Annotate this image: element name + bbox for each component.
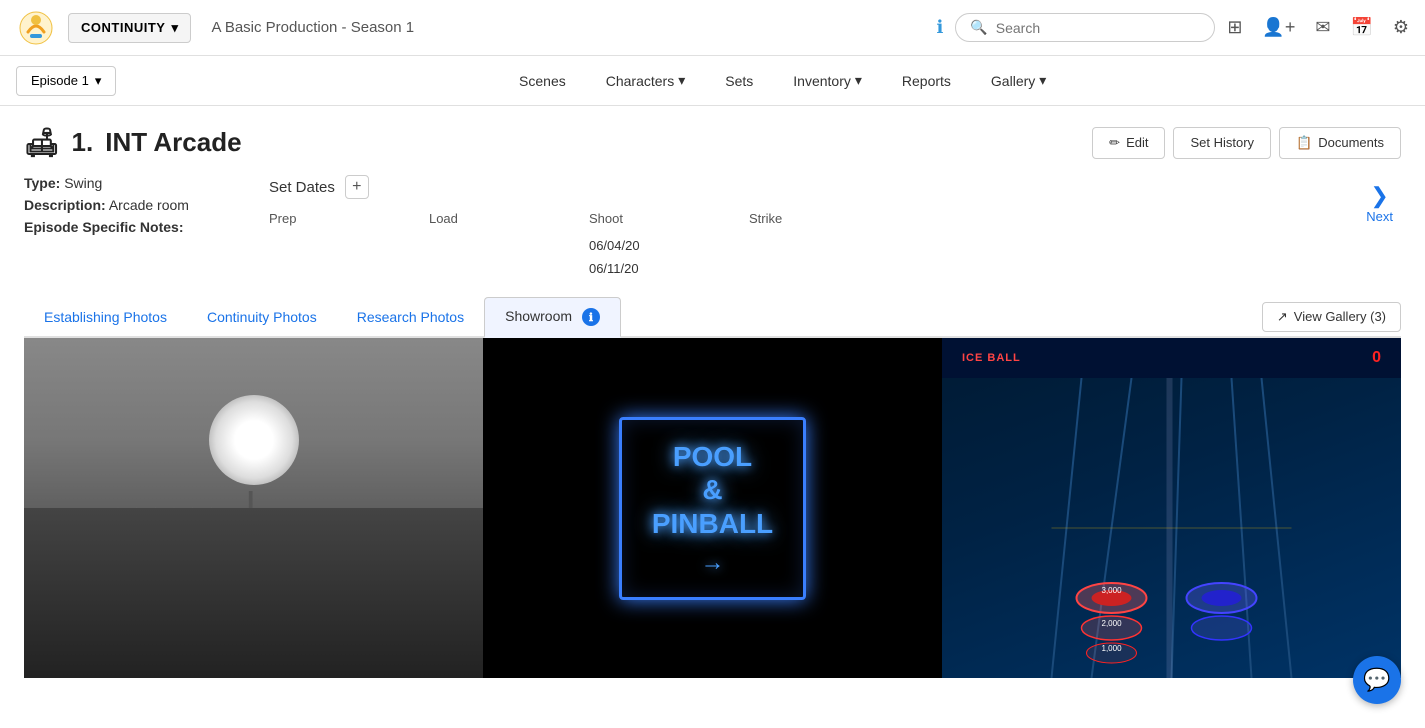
bar-scene-svg: [24, 491, 483, 678]
strike-column: Strike: [749, 211, 909, 281]
next-chevron-icon: ❯: [1370, 183, 1388, 209]
prep-column: Prep: [269, 211, 429, 281]
photo-item-bar[interactable]: [24, 338, 483, 678]
scene-set-icon: 🛋: [24, 126, 60, 159]
nav-link-scenes[interactable]: Scenes: [519, 73, 566, 89]
info-icon[interactable]: ℹ: [936, 17, 943, 38]
shoot-column: Shoot 06/04/20 06/11/20: [589, 211, 749, 281]
nav-link-characters[interactable]: Characters ▾: [606, 72, 686, 89]
shoot-date-2: 06/11/20: [589, 257, 749, 280]
sub-nav-links: Scenes Characters ▾ Sets Inventory ▾ Rep…: [156, 72, 1409, 89]
episode-dropdown-button[interactable]: Episode 1 ▾: [16, 66, 116, 96]
nav-link-inventory[interactable]: Inventory ▾: [793, 72, 862, 89]
tabs-row: Establishing Photos Continuity Photos Re…: [24, 297, 1401, 339]
neon-arrow-icon: →: [652, 549, 773, 577]
tab-showroom[interactable]: Showroom ℹ: [484, 297, 621, 339]
shoot-date-1: 06/04/20: [589, 234, 749, 257]
shoot-header: Shoot: [589, 211, 749, 226]
type-label: Type:: [24, 175, 60, 191]
edit-pencil-icon: ✏: [1109, 135, 1120, 151]
scene-number: 1.: [72, 127, 94, 158]
arcade-score: 0: [1372, 349, 1381, 367]
episode-label: Episode 1: [31, 73, 89, 88]
notes-label: Episode Specific Notes:: [24, 219, 183, 235]
description-value: Arcade room: [109, 197, 189, 213]
characters-dropdown-icon: ▾: [678, 72, 685, 89]
app-logo: [16, 8, 56, 48]
production-title: A Basic Production - Season 1: [203, 19, 924, 36]
episode-dropdown-arrow-icon: ▾: [95, 73, 102, 89]
showroom-info-icon: ℹ: [582, 308, 600, 326]
arcade-lanes-svg: 3,000 2,000 1,000: [942, 378, 1401, 678]
inventory-dropdown-icon: ▾: [855, 72, 862, 89]
header-actions: ✏ Edit Set History 📋 Documents: [1092, 127, 1401, 159]
type-value: Swing: [64, 175, 102, 191]
photo-tabs: Establishing Photos Continuity Photos Re…: [24, 297, 1262, 337]
documents-button[interactable]: 📋 Documents: [1279, 127, 1401, 159]
scene-header: 🛋 1. INT Arcade ✏ Edit Set History 📋 Doc…: [24, 126, 1401, 159]
spotlight-decoration: [209, 395, 299, 485]
strike-header: Strike: [749, 211, 909, 226]
chat-button[interactable]: 💬: [1353, 656, 1401, 704]
scene-name: INT Arcade: [105, 127, 241, 158]
continuity-dropdown-button[interactable]: CONTINUITY ▾: [68, 13, 191, 43]
add-date-button[interactable]: +: [345, 175, 369, 199]
sub-navigation: Episode 1 ▾ Scenes Characters ▾ Sets Inv…: [0, 56, 1425, 106]
neon-sign-decoration: POOL&PINBALL →: [619, 417, 806, 600]
documents-icon: 📋: [1296, 135, 1312, 151]
view-gallery-button[interactable]: ↗ View Gallery (3): [1262, 302, 1401, 332]
load-column: Load: [429, 211, 589, 281]
search-box: 🔍: [955, 13, 1215, 42]
prep-header: Prep: [269, 211, 429, 226]
set-history-button[interactable]: Set History: [1173, 127, 1271, 159]
grid-view-icon[interactable]: ⊞: [1227, 17, 1242, 38]
scene-metadata: Type: Swing Description: Arcade room Epi…: [24, 175, 189, 241]
add-user-icon[interactable]: 👤+: [1262, 17, 1295, 38]
edit-button[interactable]: ✏ Edit: [1092, 127, 1165, 159]
photo-item-neon[interactable]: POOL&PINBALL →: [483, 338, 942, 678]
set-dates-section: Set Dates + Prep Load Shoot 06/04/20 06/…: [269, 175, 1278, 281]
view-gallery-label: View Gallery (3): [1294, 309, 1386, 324]
calendar-icon[interactable]: 📅: [1350, 17, 1372, 38]
dropdown-arrow-icon: ▾: [171, 20, 178, 36]
svg-text:1,000: 1,000: [1102, 644, 1123, 653]
arcade-game-name: ICE BALL: [962, 352, 1021, 364]
continuity-label: CONTINUITY: [81, 20, 165, 35]
chat-icon: 💬: [1363, 667, 1390, 693]
description-label: Description:: [24, 197, 106, 213]
main-content: 🛋 1. INT Arcade ✏ Edit Set History 📋 Doc…: [0, 106, 1425, 698]
nav-link-sets[interactable]: Sets: [725, 73, 753, 89]
view-gallery-arrow-icon: ↗: [1277, 309, 1288, 325]
svg-text:3,000: 3,000: [1102, 586, 1123, 595]
neon-text: POOL&PINBALL: [652, 440, 773, 541]
scene-info-row: Type: Swing Description: Arcade room Epi…: [24, 175, 1401, 281]
top-navigation: CONTINUITY ▾ A Basic Production - Season…: [0, 0, 1425, 56]
next-label: Next: [1366, 209, 1393, 224]
svg-text:2,000: 2,000: [1102, 619, 1123, 628]
search-icon: 🔍: [970, 19, 987, 36]
photo-item-arcade[interactable]: ICE BALL 0 3,000 2,000 1,000: [942, 338, 1401, 678]
nav-link-reports[interactable]: Reports: [902, 73, 951, 89]
mail-icon[interactable]: ✉: [1315, 17, 1330, 38]
scene-title-group: 🛋 1. INT Arcade: [24, 126, 242, 159]
photos-grid: POOL&PINBALL → ICE BALL 0 3,000: [24, 338, 1401, 678]
load-header: Load: [429, 211, 589, 226]
settings-icon[interactable]: ⚙: [1393, 17, 1409, 38]
set-dates-table: Prep Load Shoot 06/04/20 06/11/20 Strike: [269, 211, 1278, 281]
nav-link-gallery[interactable]: Gallery ▾: [991, 72, 1046, 89]
set-dates-title: Set Dates: [269, 179, 335, 196]
tab-establishing-photos[interactable]: Establishing Photos: [24, 299, 187, 337]
arcade-display: ICE BALL 0: [942, 338, 1401, 378]
nav-icons-group: ⊞ 👤+ ✉ 📅 ⚙: [1227, 17, 1409, 38]
tab-continuity-photos[interactable]: Continuity Photos: [187, 299, 337, 337]
set-dates-header: Set Dates +: [269, 175, 1278, 199]
next-button[interactable]: ❯ Next: [1358, 175, 1401, 232]
gallery-dropdown-icon: ▾: [1039, 72, 1046, 89]
search-input[interactable]: [996, 20, 1201, 36]
tab-research-photos[interactable]: Research Photos: [337, 299, 484, 337]
